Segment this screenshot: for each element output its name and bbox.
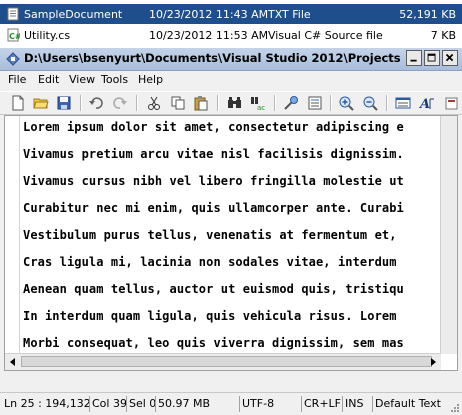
toolbar: ac A [0,91,462,115]
text-line: In interdum quam ligula, quis vehicula r… [23,309,397,323]
cut-icon[interactable] [146,95,162,111]
text-line: Vivamus pretium arcu vitae nisl facilisi… [23,147,404,161]
status-column: Col 39 [89,396,127,412]
status-font: Default Text [372,396,441,412]
text-line: Aenean quam tellus, auctor ut euismod qu… [23,282,404,296]
text-line: Cras ligula mi, lacinia non sodales vita… [23,255,397,269]
maximize-icon [427,53,436,62]
file-row-utility[interactable]: C# Utility.cs 10/23/2012 11:53 AM Visual… [0,25,462,45]
text-line: Curabitur nec mi enim, quis ullamcorper … [23,201,404,215]
horizontal-scroll-thumb[interactable] [21,356,432,367]
status-bar: Ln 25 : 194,132 Col 39 Sel 0 50.97 MB UT… [0,392,462,415]
goto-icon[interactable] [283,95,299,111]
replace-icon[interactable]: ac [250,95,266,111]
file-row-sampledocument[interactable]: SampleDocument 10/23/2012 11:43 AM TXT F… [0,4,462,24]
window-title: D:\Users\bsenyurt\Documents\Visual Studi… [24,51,400,65]
status-file-size: 50.97 MB [155,396,210,412]
text-editor[interactable]: Lorem ipsum dolor sit amet, consectetur … [4,115,458,371]
zoom-out-icon[interactable] [362,95,378,111]
file-date: 10/23/2012 11:43 AM [149,7,269,21]
menu-edit[interactable]: Edit [38,73,59,86]
text-line: Vestibulum purus tellus, venenatis at fe… [23,228,397,242]
view-icon[interactable] [395,95,411,111]
status-insert-mode: INS [342,396,363,412]
svg-text:C#: C# [9,32,20,41]
text-line: Vivamus cursus nibh vel libero fringilla… [23,174,404,188]
app-icon [6,52,20,66]
svg-text:A: A [419,97,430,111]
status-line-ending: CR+LF [301,396,341,412]
horizontal-scrollbar[interactable] [5,353,441,370]
menu-view[interactable]: View [69,73,95,86]
status-selection: Sel 0 [126,396,156,412]
paste-icon[interactable] [193,95,209,111]
menu-help[interactable]: Help [138,73,163,86]
menu-file[interactable]: File [8,73,26,86]
status-encoding: UTF-8 [239,396,274,412]
file-name: Utility.cs [24,28,71,42]
file-date: 10/23/2012 11:53 AM [149,28,269,42]
zoom-in-icon[interactable] [338,95,354,111]
file-name: SampleDocument [24,7,123,21]
file-type: TXT File [268,7,311,21]
minimize-button[interactable] [406,50,422,66]
vertical-scrollbar[interactable] [440,116,457,354]
open-folder-icon[interactable] [33,95,49,111]
editor-window: D:\Users\bsenyurt\Documents\Visual Studi… [0,48,462,415]
svg-text:ac: ac [257,104,265,111]
scroll-right-icon[interactable] [428,357,438,367]
title-bar[interactable]: D:\Users\bsenyurt\Documents\Visual Studi… [0,48,462,71]
close-icon [445,53,454,62]
close-button[interactable] [442,50,458,66]
csharp-file-icon: C# [7,28,20,42]
file-size: 7 KB [430,28,456,42]
editor-lines: Lorem ipsum dolor sit amet, consectetur … [23,118,441,361]
undo-icon[interactable] [88,95,104,111]
menu-bar: File Edit View Tools Help [0,71,462,90]
text-file-icon [7,7,19,21]
text-line: Lorem ipsum dolor sit amet, consectetur … [23,120,404,134]
maximize-button[interactable] [424,50,440,66]
copy-icon[interactable] [170,95,186,111]
new-file-icon[interactable] [10,95,26,111]
menu-tools[interactable]: Tools [101,73,128,86]
minimize-icon [410,59,417,62]
file-type: Visual C# Source file [268,28,383,42]
scroll-left-icon[interactable] [8,357,18,367]
properties-icon[interactable] [307,95,323,111]
font-icon[interactable]: A [419,95,435,111]
line-gutter [5,116,20,370]
file-list: SampleDocument 10/23/2012 11:43 AM TXT F… [0,0,462,46]
file-size: 52,191 KB [399,7,456,21]
find-icon[interactable] [227,95,243,111]
resize-grip-icon[interactable] [450,403,460,413]
redo-icon[interactable] [112,95,128,111]
more-icon[interactable] [443,95,459,111]
status-position: Ln 25 : 194,132 [4,397,91,410]
save-icon[interactable] [56,95,72,111]
